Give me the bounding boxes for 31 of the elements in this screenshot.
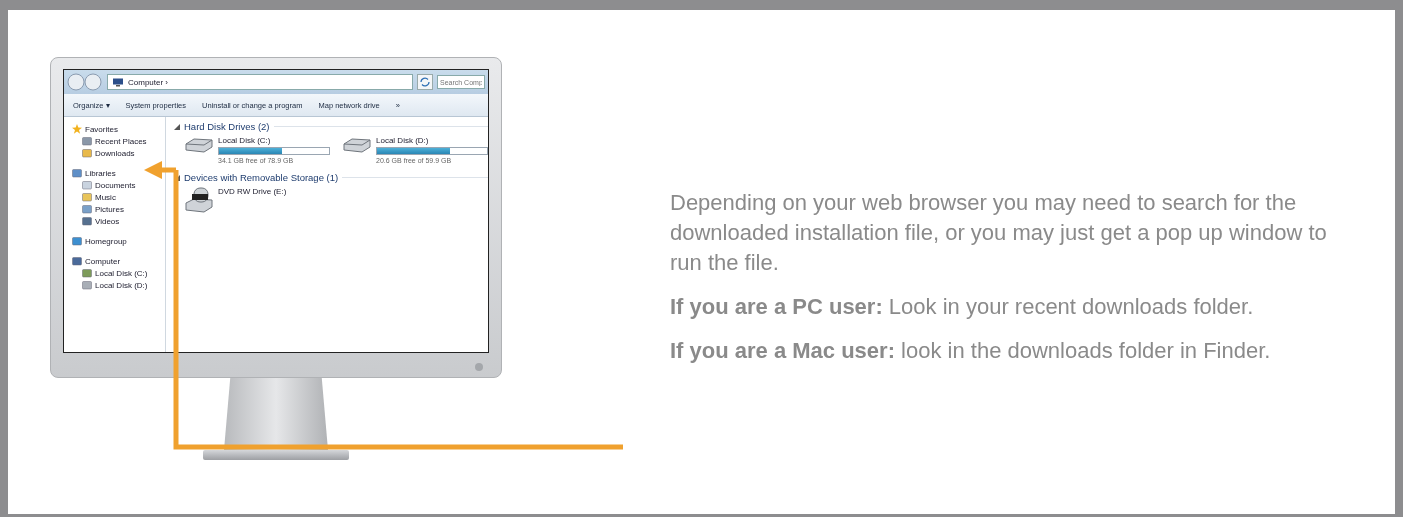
section-heading[interactable]: Hard Disk Drives (2) — [184, 121, 270, 132]
sidebar-heading[interactable]: Favorites — [72, 123, 118, 135]
drive-name[interactable]: Local Disk (D:) — [376, 136, 488, 145]
sidebar-heading[interactable]: Computer — [72, 255, 121, 267]
sidebar-item[interactable]: Local Disk (C:) — [82, 267, 148, 279]
hard-drive-icon — [184, 136, 214, 154]
instruction-text: Depending on your web browser you may need to search for the downloaded installation file, or you may just get a pop up window to run the file. — [670, 189, 1328, 277]
download-folder-icon — [82, 148, 92, 158]
instruction-text: If you are a PC user: Look in your recent downloads folder. — [670, 292, 1255, 321]
address-text: Computer › — [128, 77, 168, 87]
star-icon — [72, 124, 82, 134]
sidebar-item[interactable]: Videos — [82, 215, 120, 227]
sidebar-item[interactable]: Downloads — [82, 147, 135, 159]
address-bar[interactable]: Computer › — [107, 74, 413, 90]
section-heading[interactable]: Devices with Removable Storage (1) — [184, 172, 339, 183]
sidebar-item[interactable]: Music — [82, 191, 116, 203]
refresh-icon[interactable] — [417, 74, 433, 90]
hard-drive-icon — [342, 136, 372, 154]
collapse-triangle-icon[interactable] — [174, 123, 180, 130]
instruction-text: If you are a Mac user: look in the downloads folder in Finder. — [670, 336, 1272, 365]
sidebar-heading[interactable]: Libraries — [72, 167, 116, 179]
sidebar-item[interactable]: Documents — [82, 179, 136, 191]
dvd-drive-icon — [184, 187, 214, 213]
sidebar-heading[interactable]: Homegroup — [72, 235, 127, 247]
drive-name[interactable]: Local Disk (C:) — [218, 136, 330, 145]
sidebar-item[interactable]: Local Disk (D:) — [82, 279, 148, 291]
sidebar-item[interactable]: Pictures — [82, 203, 124, 215]
sidebar-item[interactable]: Recent Places — [82, 135, 147, 147]
folder-icon — [82, 192, 92, 202]
drive-name[interactable]: DVD RW Drive (E:) — [218, 187, 287, 196]
logo-dot — [475, 362, 483, 371]
